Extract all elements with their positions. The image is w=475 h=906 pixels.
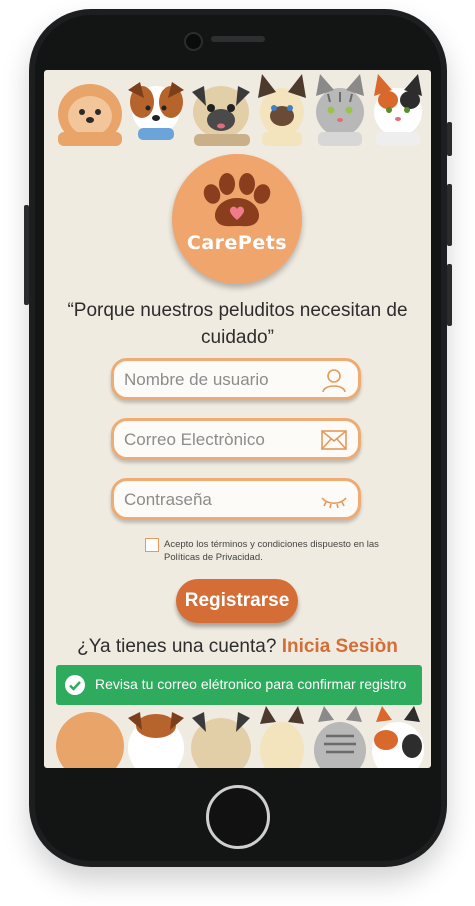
- volume-button-2: [447, 264, 452, 326]
- terms-checkbox[interactable]: [145, 538, 159, 552]
- login-prompt-text: ¿Ya tienes una cuenta?: [77, 636, 277, 657]
- jack-russell-back-illustration: [128, 712, 184, 768]
- mail-icon: [321, 430, 347, 450]
- username-field-wrap: [111, 358, 361, 400]
- app-screen: CarePets “Porque nuestros peluditos nece…: [44, 70, 431, 768]
- email-input[interactable]: [122, 421, 322, 459]
- calico-back-illustration: [372, 706, 424, 768]
- login-link[interactable]: Inicia Sesiòn: [282, 636, 398, 657]
- grey-tabby-cat-illustration: [316, 74, 364, 146]
- pug-back-illustration: [191, 712, 251, 768]
- front-camera: [184, 32, 203, 51]
- carepets-logo: CarePets: [172, 154, 302, 284]
- password-field-wrap: [111, 478, 361, 520]
- email-field-wrap: [111, 418, 361, 460]
- mute-switch: [447, 122, 452, 156]
- volume-button-1: [447, 184, 452, 246]
- pomeranian-dog-illustration: [58, 84, 122, 146]
- register-button[interactable]: Registrarse: [176, 579, 298, 623]
- pomeranian-back-illustration: [56, 712, 124, 768]
- home-button[interactable]: [206, 785, 270, 849]
- tabby-back-illustration: [314, 706, 366, 768]
- volume-up-button: [24, 205, 29, 305]
- siamese-cat-illustration: [258, 74, 306, 146]
- speaker-grille: [211, 36, 265, 42]
- closed-eye-icon[interactable]: [320, 486, 348, 514]
- user-icon: [322, 369, 346, 393]
- tagline: “Porque nuestros peluditos necesitan de …: [67, 300, 408, 348]
- success-toast: Revisa tu correo elétronico para confirm…: [56, 665, 422, 705]
- password-input[interactable]: [122, 481, 322, 519]
- toast-message: Revisa tu correo elétronico para confirm…: [95, 676, 407, 692]
- pug-dog-illustration: [192, 86, 250, 146]
- pets-banner-top: [58, 74, 422, 146]
- calico-cat-illustration: [374, 74, 422, 146]
- logo-text: CarePets: [186, 232, 288, 254]
- terms-text: Acepto los términos y condiciones dispue…: [164, 539, 379, 563]
- jack-russell-dog-illustration: [128, 82, 184, 140]
- pets-banner-bottom: [56, 706, 424, 768]
- username-input[interactable]: [122, 361, 322, 399]
- siamese-back-illustration: [260, 706, 304, 768]
- paw-icon: [203, 173, 271, 227]
- check-circle-icon: [65, 675, 85, 695]
- login-prompt: ¿Ya tienes una cuenta? Inicia Sesiòn: [44, 636, 431, 658]
